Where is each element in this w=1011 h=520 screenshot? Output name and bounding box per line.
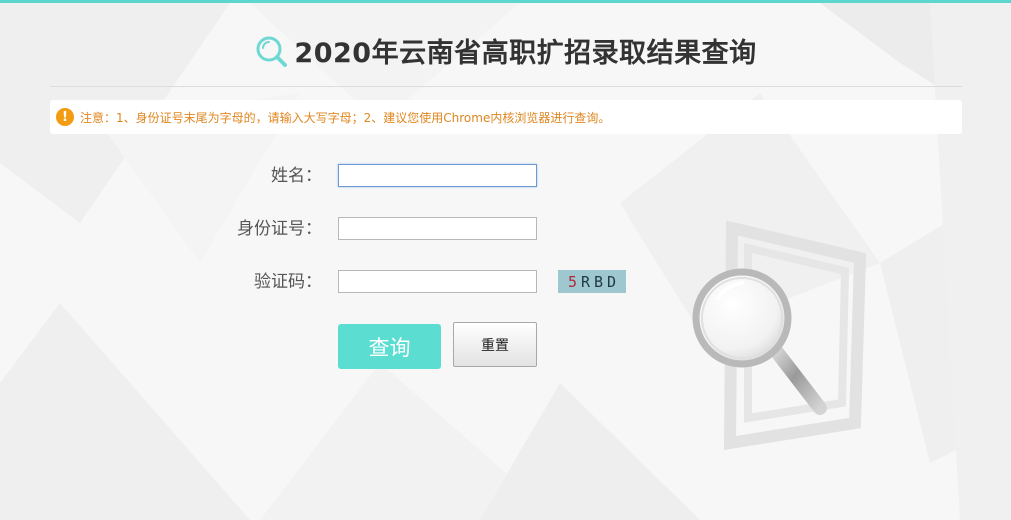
id-number-label: 身份证号： [237,219,322,239]
captcha-image[interactable]: 5 RBD [558,270,626,293]
reset-button[interactable]: 重置 [453,322,537,367]
captcha-char-first: 5 [567,272,581,291]
name-input[interactable] [338,164,537,187]
exclamation-icon: ! [56,108,74,126]
magnifier-illustration-icon [692,268,827,415]
query-panel: 2020年云南省高职扩招录取结果查询 ! 注意：1、身份证号末尾为字母的，请输入… [0,3,1011,520]
captcha-label: 验证码： [254,272,322,292]
header-divider [50,86,962,87]
background-pattern [0,3,1011,520]
id-number-input[interactable] [338,217,537,240]
search-icon [256,36,288,67]
form-row-captcha: 验证码： 5 RBD [0,269,1011,295]
form-row-name: 姓名： [0,163,1011,189]
notice-bar: ! 注意：1、身份证号末尾为字母的，请输入大写字母；2、建议您使用Chrome内… [50,100,962,134]
query-button[interactable]: 查询 [338,324,441,369]
notice-text: 注意：1、身份证号末尾为字母的，请输入大写字母；2、建议您使用Chrome内核浏… [80,110,611,125]
page-title: 2020年云南省高职扩招录取结果查询 [294,38,757,69]
name-label: 姓名： [271,166,322,186]
page-header: 2020年云南省高职扩招录取结果查询 [0,31,1011,72]
form-row-id: 身份证号： [0,216,1011,242]
captcha-input[interactable] [338,270,537,293]
captcha-chars-rest: RBD [580,272,621,291]
